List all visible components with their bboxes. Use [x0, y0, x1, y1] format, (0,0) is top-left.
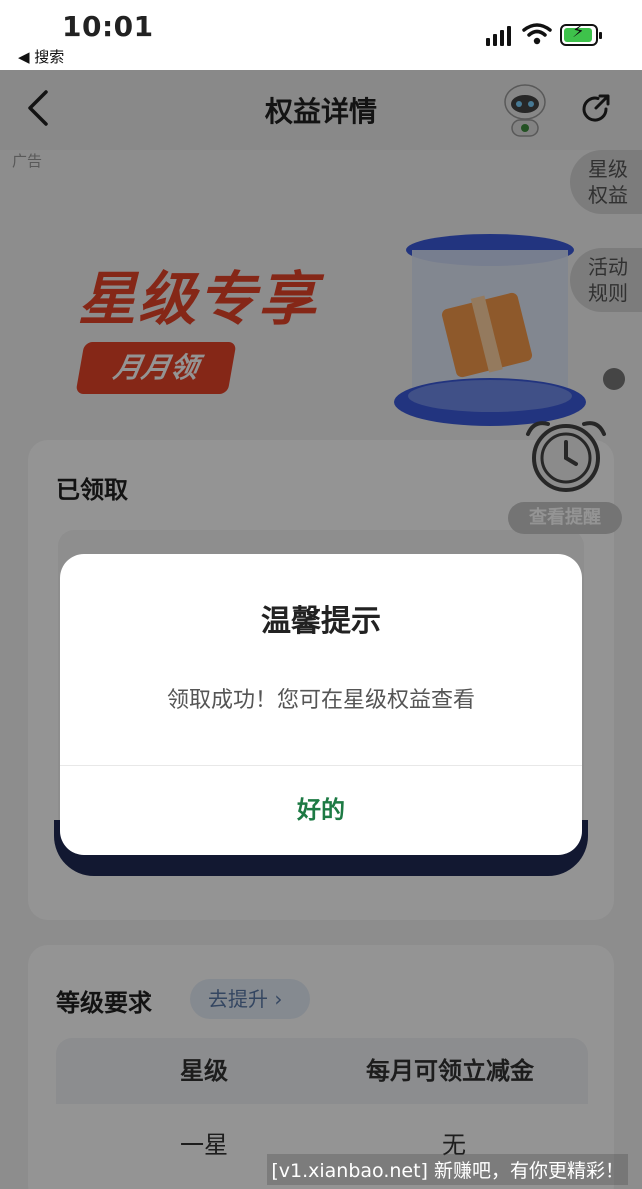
- dialog-title: 温馨提示: [261, 604, 381, 639]
- status-bar: 10:01 ◀ 搜索 ⚡: [0, 0, 642, 70]
- dialog-message: 领取成功！您可在星级权益查看: [166, 688, 475, 713]
- cellular-signal-icon: [486, 26, 511, 46]
- wifi-icon: [522, 23, 552, 45]
- success-dialog: 温馨提示 领取成功！您可在星级权益查看 好的: [60, 554, 582, 855]
- battery-icon: ⚡: [560, 23, 602, 46]
- watermark: [v1.xianbao.net] 新赚吧，有你更精彩！: [267, 1154, 628, 1185]
- back-to-search-link[interactable]: ◀ 搜索: [18, 46, 64, 67]
- ok-button[interactable]: 好的: [60, 766, 582, 855]
- status-time: 10:01: [62, 10, 154, 43]
